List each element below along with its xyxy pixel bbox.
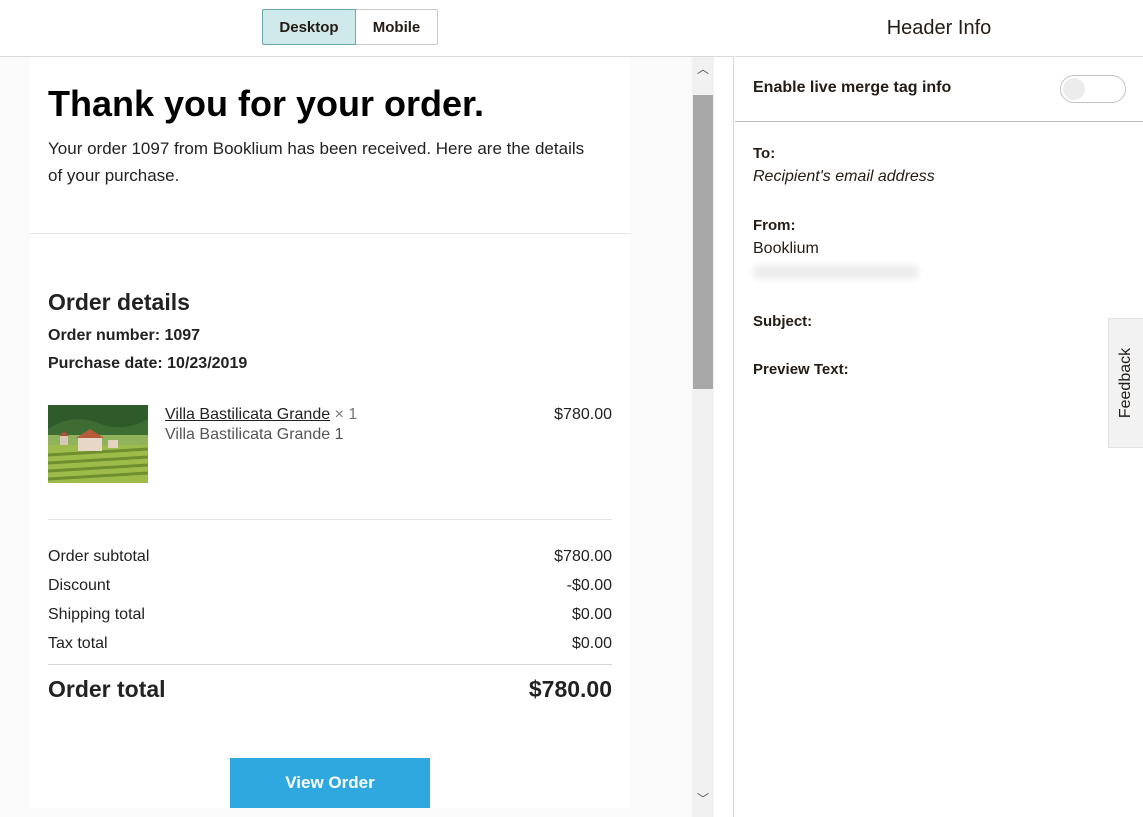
from-label: From:	[753, 217, 796, 234]
totals-value: $780.00	[554, 548, 612, 565]
to-value: Recipient's email address	[753, 168, 935, 185]
toggle-knob	[1063, 78, 1085, 100]
totals-value: $0.00	[571, 606, 612, 623]
product-price: $780.00	[554, 406, 612, 423]
divider	[30, 233, 630, 234]
scrollbar-thumb[interactable]	[693, 95, 713, 389]
totals-label: Discount	[48, 577, 111, 594]
header-info-panel: Header Info Enable live merge tag info T…	[735, 0, 1143, 817]
from-name: Booklium	[753, 240, 819, 257]
product-thumbnail-image	[48, 405, 148, 483]
feedback-tab[interactable]: Feedback	[1108, 318, 1143, 448]
order-total-label: Order total	[48, 676, 166, 702]
scroll-up-icon[interactable]: ︿	[692, 57, 714, 79]
order-details-heading: Order details	[48, 289, 190, 315]
desktop-toggle-button[interactable]: Desktop	[262, 9, 356, 45]
to-label: To:	[753, 145, 776, 162]
preview-text-label: Preview Text:	[753, 361, 849, 378]
product-variant: Villa Bastilicata Grande 1	[165, 426, 344, 443]
view-order-button[interactable]: View Order	[230, 758, 430, 808]
mobile-toggle-button[interactable]: Mobile	[356, 9, 438, 45]
totals-value: $0.00	[571, 635, 612, 652]
email-title: Thank you for your order.	[48, 83, 485, 124]
scroll-down-icon[interactable]: ﹀	[692, 787, 714, 809]
order-total-value: $780.00	[528, 676, 612, 702]
from-email-redacted	[753, 265, 919, 279]
purchase-date: Purchase date: 10/23/2019	[48, 355, 248, 372]
live-merge-tag-toggle[interactable]	[1060, 75, 1126, 103]
preview-pane: Desktop Mobile Thank you for your order.…	[0, 0, 734, 817]
email-preview-area[interactable]: Thank you for your order. Your order 109…	[0, 57, 714, 817]
product-quantity: × 1	[330, 406, 358, 423]
subject-label: Subject:	[753, 313, 813, 330]
product-link[interactable]: Villa Bastilicata Grande	[165, 406, 330, 423]
totals-label: Tax total	[48, 635, 108, 652]
panel-title: Header Info	[735, 0, 1143, 57]
feedback-label: Feedback	[1117, 347, 1134, 419]
product-line: Villa Bastilicata Grande × 1	[165, 406, 357, 424]
email-intro-text: Your order 1097 from Booklium has been r…	[48, 139, 585, 185]
divider	[48, 664, 612, 665]
device-toolbar: Desktop Mobile	[0, 0, 734, 57]
divider	[48, 519, 612, 520]
preview-scrollbar[interactable]: ︿ ﹀	[692, 57, 714, 817]
totals-label: Order subtotal	[48, 548, 150, 565]
merge-tag-toggle-row: Enable live merge tag info	[735, 57, 1143, 122]
totals-value: -$0.00	[566, 577, 612, 594]
toggle-label: Enable live merge tag info	[753, 79, 952, 96]
totals-label: Shipping total	[48, 606, 145, 623]
email-body: Thank you for your order. Your order 109…	[30, 57, 630, 808]
order-number: Order number: 1097	[48, 327, 201, 344]
